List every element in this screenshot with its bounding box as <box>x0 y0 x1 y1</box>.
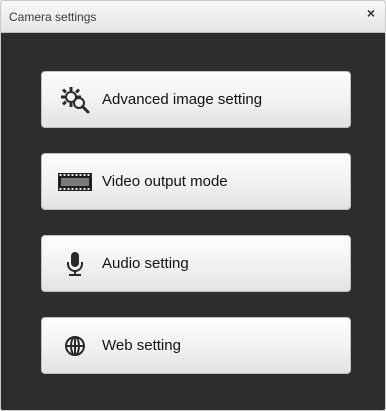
advanced-image-setting-label: Advanced image setting <box>102 91 263 108</box>
microphone-icon <box>58 250 92 278</box>
close-icon[interactable]: × <box>363 5 379 21</box>
web-setting-button[interactable]: Web setting <box>41 317 351 374</box>
dialog-body: Advanced image setting Video output mode… <box>1 33 385 410</box>
audio-setting-label: Audio setting <box>102 255 189 272</box>
dialog-title: Camera settings <box>9 10 97 24</box>
video-output-mode-label: Video output mode <box>102 173 228 190</box>
audio-setting-button[interactable]: Audio setting <box>41 235 351 292</box>
web-setting-label: Web setting <box>102 337 181 354</box>
advanced-image-setting-button[interactable]: Advanced image setting <box>41 71 351 128</box>
dialog-titlebar: Camera settings × <box>1 1 385 33</box>
film-strip-icon <box>58 168 92 196</box>
camera-settings-dialog: Camera settings × Advanced image setting… <box>0 0 386 411</box>
globe-icon <box>58 332 92 360</box>
gear-magnifier-icon <box>58 86 92 114</box>
video-output-mode-button[interactable]: Video output mode <box>41 153 351 210</box>
